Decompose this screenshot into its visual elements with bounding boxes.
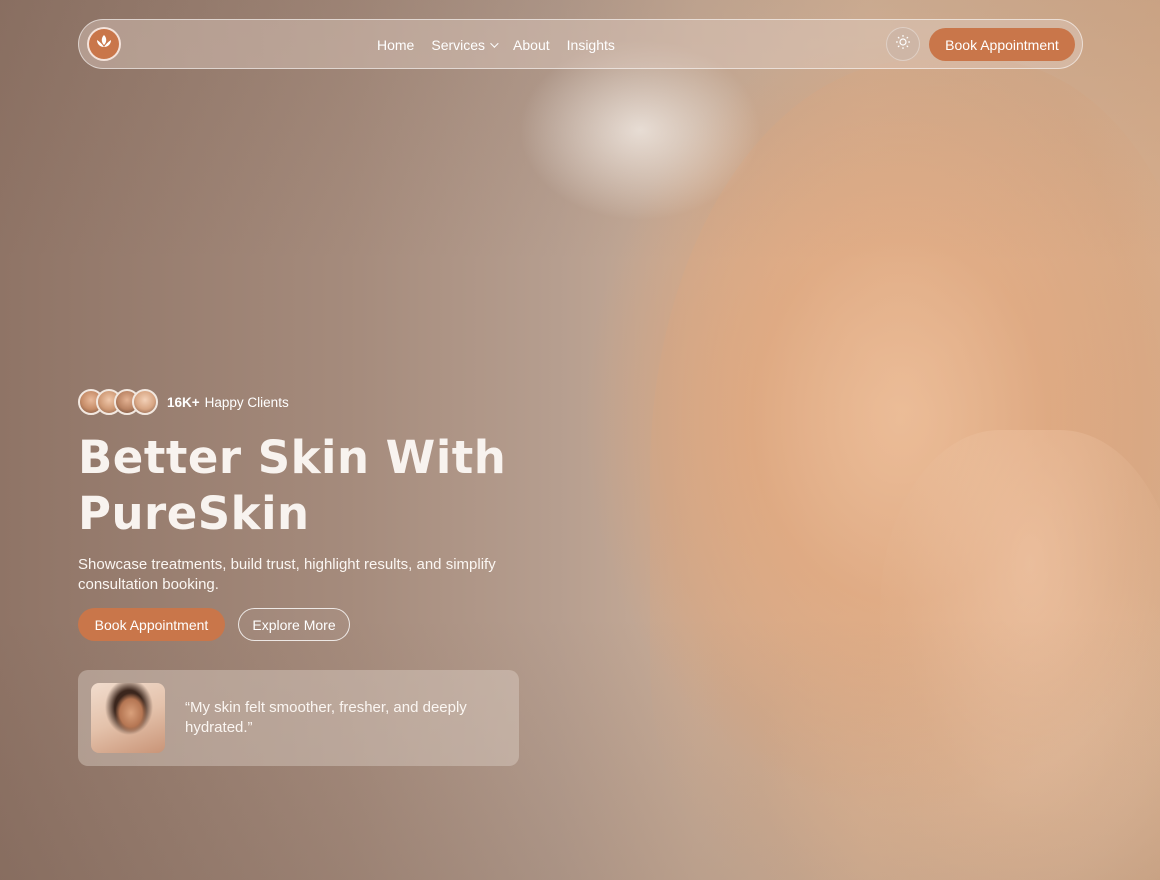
nav-link-about[interactable]: About xyxy=(513,37,550,53)
nav-book-appointment-button[interactable]: Book Appointment xyxy=(929,28,1075,61)
testimonial-photo xyxy=(91,683,165,753)
top-navigation: Home Services About Insights Book Appoin… xyxy=(78,19,1083,69)
happy-clients: 16K+ Happy Clients xyxy=(78,389,289,415)
logo[interactable] xyxy=(87,27,121,61)
chevron-down-icon xyxy=(490,39,499,48)
nav-link-insights[interactable]: Insights xyxy=(567,37,615,53)
testimonial-card: “My skin felt smoother, fresher, and dee… xyxy=(78,670,519,766)
clients-count: 16K+ xyxy=(167,394,200,410)
client-avatars xyxy=(78,389,158,415)
hero-subtitle: Showcase treatments, build trust, highli… xyxy=(78,556,496,593)
nav-link-label: About xyxy=(513,37,550,53)
clients-label: Happy Clients xyxy=(204,394,289,410)
model-face-image xyxy=(650,60,1160,880)
nav-links: Home Services About Insights xyxy=(377,20,615,70)
nav-link-label: Insights xyxy=(566,37,615,53)
headline-line-1: Better Skin With xyxy=(78,431,507,484)
clients-text: 16K+ Happy Clients xyxy=(167,395,289,410)
testimonial-quote: “My skin felt smoother, fresher, and dee… xyxy=(185,699,467,736)
sun-icon xyxy=(895,34,911,55)
headline-line-2: PureSkin xyxy=(78,487,310,540)
explore-more-button[interactable]: Explore More xyxy=(238,608,350,641)
nav-link-home[interactable]: Home xyxy=(377,37,414,53)
nav-link-label: Services xyxy=(431,37,486,53)
lotus-leaf-icon xyxy=(94,32,114,57)
model-hand-image xyxy=(880,430,1160,880)
nav-link-services[interactable]: Services xyxy=(431,37,499,53)
book-appointment-button[interactable]: Book Appointment xyxy=(78,608,225,641)
nav-link-label: Home xyxy=(377,37,415,53)
hero-headline: Better Skin With PureSkin xyxy=(78,430,598,542)
avatar xyxy=(132,389,158,415)
theme-toggle-button[interactable] xyxy=(886,27,920,61)
